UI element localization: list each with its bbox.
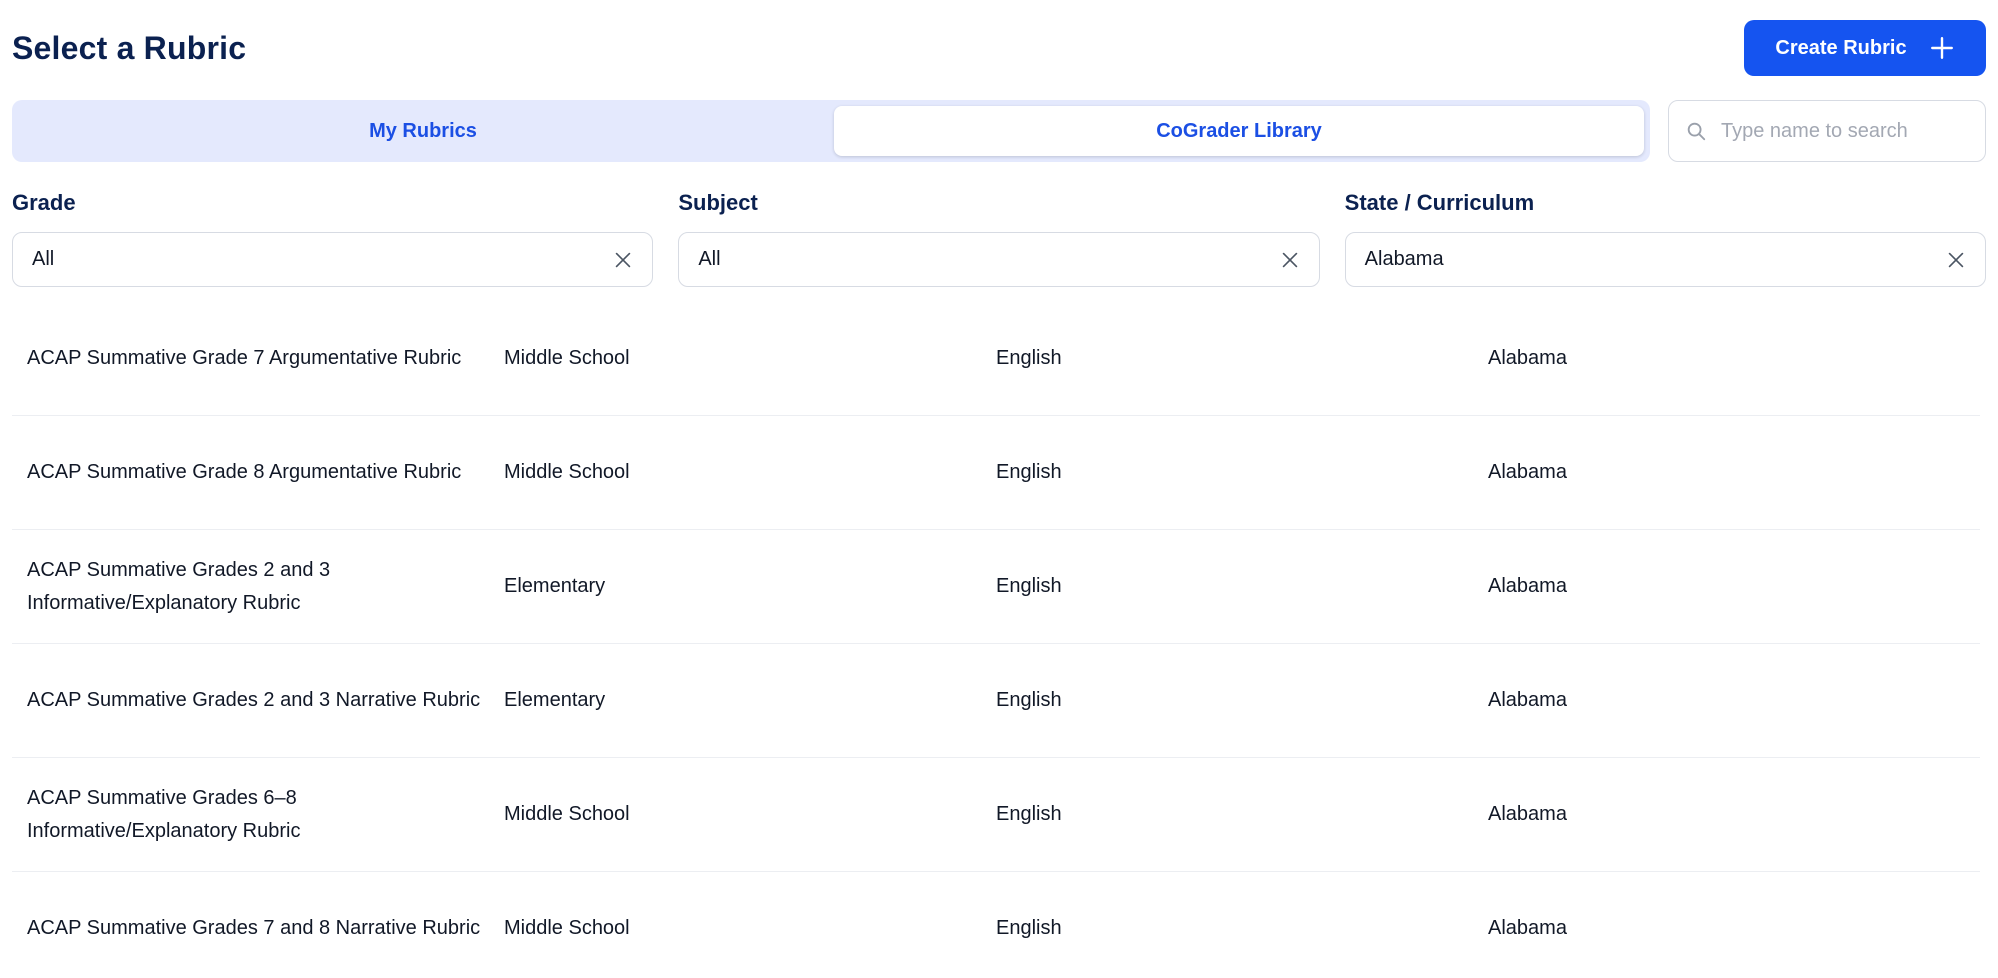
rubric-state: Alabama	[1488, 347, 1567, 369]
rubric-state: Alabama	[1488, 461, 1567, 483]
tab-my-rubrics[interactable]: My Rubrics	[18, 106, 828, 156]
rubric-subject: English	[996, 575, 1062, 597]
rubric-state: Alabama	[1488, 803, 1567, 825]
tab-cograder-library[interactable]: CoGrader Library	[834, 106, 1644, 156]
rubric-table: ACAP Summative Grade 7 Argumentative Rub…	[12, 302, 1980, 978]
grade-select-value: All	[32, 248, 55, 270]
table-row[interactable]: ACAP Summative Grade 7 Argumentative Rub…	[12, 302, 1980, 416]
state-select-value: Alabama	[1364, 248, 1444, 270]
rubric-grade: Middle School	[504, 917, 630, 939]
rubric-subject: English	[996, 689, 1062, 711]
create-rubric-button[interactable]: Create Rubric	[1744, 20, 1986, 76]
search-input[interactable]	[1721, 119, 1969, 143]
grade-filter-label: Grade	[12, 190, 76, 215]
subject-select[interactable]: All	[678, 232, 1320, 287]
state-select[interactable]: Alabama	[1344, 232, 1986, 287]
create-rubric-label: Create Rubric	[1775, 36, 1907, 59]
rubric-state: Alabama	[1488, 689, 1567, 711]
rubric-grade: Elementary	[504, 575, 606, 597]
grade-filter: Grade All	[12, 190, 654, 287]
rubric-selector-page: Select a Rubric Create Rubric My Rubrics…	[0, 0, 1998, 978]
subject-select-value: All	[698, 248, 721, 270]
page-title: Select a Rubric	[12, 29, 247, 66]
rubric-name: ACAP Summative Grades 7 and 8 Narrative …	[27, 917, 481, 939]
rubric-state: Alabama	[1488, 575, 1567, 597]
rubric-name: ACAP Summative Grades 2 and 3 Informativ…	[27, 558, 331, 614]
rubric-name: ACAP Summative Grade 8 Argumentative Rub…	[27, 461, 462, 483]
table-row[interactable]: ACAP Summative Grades 2 and 3 Narrative …	[12, 644, 1980, 758]
header: Select a Rubric Create Rubric	[12, 20, 1986, 76]
rubric-grade: Middle School	[504, 461, 630, 483]
state-filter: State / Curriculum Alabama	[1344, 190, 1986, 287]
search-icon	[1687, 122, 1706, 141]
rubric-name: ACAP Summative Grade 7 Argumentative Rub…	[27, 347, 462, 369]
state-filter-label: State / Curriculum	[1344, 190, 1535, 215]
rubric-subject: English	[996, 461, 1062, 483]
rubric-subject: English	[996, 803, 1062, 825]
close-icon[interactable]	[1945, 249, 1967, 271]
rubric-name: ACAP Summative Grades 6–8 Informative/Ex…	[27, 786, 301, 842]
rubric-state: Alabama	[1488, 917, 1567, 939]
rubric-name: ACAP Summative Grades 2 and 3 Narrative …	[27, 689, 481, 711]
close-icon[interactable]	[612, 249, 634, 271]
library-tabs: My Rubrics CoGrader Library	[12, 100, 1650, 162]
table-row[interactable]: ACAP Summative Grade 8 Argumentative Rub…	[12, 416, 1980, 530]
subject-filter-label: Subject	[678, 190, 758, 215]
rubric-grade: Middle School	[504, 347, 630, 369]
rubric-grade: Middle School	[504, 803, 630, 825]
table-row[interactable]: ACAP Summative Grades 2 and 3 Informativ…	[12, 530, 1980, 644]
filters: Grade All Subject All State / Curriculum	[12, 190, 1986, 287]
rubric-subject: English	[996, 917, 1062, 939]
rubric-subject: English	[996, 347, 1062, 369]
grade-select[interactable]: All	[12, 232, 654, 287]
close-icon[interactable]	[1279, 249, 1301, 271]
search-box[interactable]	[1668, 100, 1986, 162]
subject-filter: Subject All	[678, 190, 1320, 287]
tabs-row: My Rubrics CoGrader Library	[12, 100, 1986, 162]
plus-icon	[1930, 37, 1953, 59]
rubric-grade: Elementary	[504, 689, 606, 711]
table-row[interactable]: ACAP Summative Grades 6–8 Informative/Ex…	[12, 758, 1980, 872]
table-row[interactable]: ACAP Summative Grades 7 and 8 Narrative …	[12, 872, 1980, 978]
